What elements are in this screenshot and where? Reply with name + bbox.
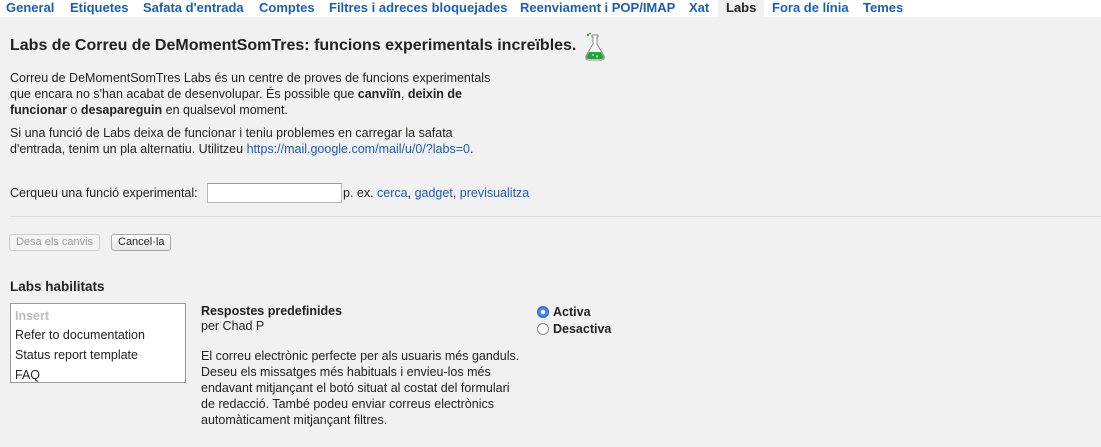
lab-author: per Chad P <box>201 319 265 333</box>
tab-comptes[interactable]: Comptes <box>259 0 315 17</box>
intro-bold-3: desapareguin <box>80 103 163 117</box>
divider <box>10 216 1101 217</box>
intro-paragraph: Correu de DeMomentSomTres Labs és un cen… <box>10 70 510 118</box>
examples-sep: , <box>407 186 415 200</box>
example-link-gadget[interactable]: gadget <box>415 186 453 200</box>
labs-off-link[interactable]: https://mail.google.com/mail/u/0/?labs=0 <box>247 142 470 156</box>
enabled-labs-title: Labs habilitats <box>10 279 105 294</box>
intro-bold-1: canviïn <box>357 87 401 101</box>
flask-icon <box>585 32 605 61</box>
list-item[interactable]: Status report template <box>11 345 185 365</box>
tab-filtres[interactable]: Filtres i adreces bloquejades <box>329 0 507 17</box>
intro-sep: o <box>66 103 81 117</box>
settings-tab-bar: General Etiquetes Safata d'entrada Compt… <box>0 0 1101 17</box>
lab-description: El correu electrònic perfecte per als us… <box>201 349 520 427</box>
intro-text-end: en qualsevol moment. <box>162 103 288 117</box>
radio-enable[interactable]: Activa <box>537 305 591 319</box>
tab-reenviament[interactable]: Reenviament i POP/IMAP <box>520 0 675 17</box>
intro-sep: , <box>400 87 408 101</box>
example-link-cerca[interactable]: cerca <box>377 186 408 200</box>
search-input[interactable] <box>207 183 342 203</box>
save-changes-button[interactable]: Desa els canvis <box>9 234 101 251</box>
search-label: Cerqueu una funció experimental: <box>10 186 198 200</box>
lab-name: Respostes predefinides <box>201 304 343 318</box>
listbox-header: Insert <box>15 309 50 323</box>
radio-enable-button[interactable] <box>537 306 549 318</box>
page-title: Labs de Correu de DeMomentSomTres: funci… <box>10 37 577 54</box>
fallback-paragraph: Si una funció de Labs deixa de funcionar… <box>10 125 510 157</box>
canned-responses-listbox[interactable]: Insert Refer to documentation Status rep… <box>10 303 186 383</box>
radio-disable[interactable]: Desactiva <box>537 322 611 336</box>
tab-safata-entrada[interactable]: Safata d'entrada <box>143 0 244 17</box>
tab-general[interactable]: General <box>6 0 54 17</box>
tab-etiquetes[interactable]: Etiquetes <box>70 0 129 17</box>
example-link-previsualitza[interactable]: previsualitza <box>460 186 529 200</box>
search-examples: p. ex. cerca, gadget, previsualitza <box>343 186 529 200</box>
examples-sep: , <box>452 186 460 200</box>
list-item[interactable]: Refer to documentation <box>11 325 185 345</box>
radio-disable-button[interactable] <box>537 323 549 335</box>
tab-temes[interactable]: Temes <box>863 0 903 17</box>
list-item[interactable]: FAQ <box>11 365 185 385</box>
radio-enable-label: Activa <box>553 305 591 319</box>
tab-fora-de-linia[interactable]: Fora de línia <box>772 0 849 17</box>
examples-prefix: p. ex. <box>343 186 378 200</box>
cancel-button[interactable]: Cancel·la <box>111 234 172 251</box>
radio-disable-label: Desactiva <box>553 322 612 336</box>
tab-labs[interactable]: Labs <box>718 0 765 17</box>
fallback-text-end: . <box>469 142 474 156</box>
tab-xat[interactable]: Xat <box>689 0 709 17</box>
